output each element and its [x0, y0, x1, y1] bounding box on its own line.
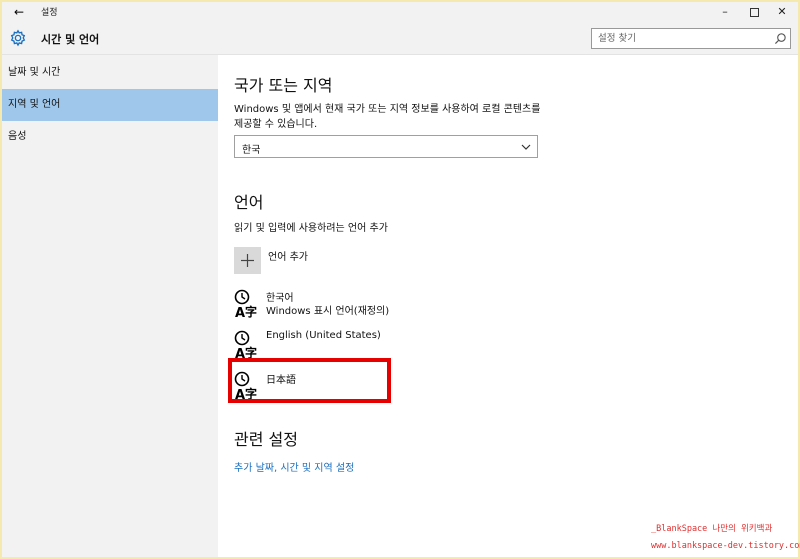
window-title: 설정: [41, 8, 58, 18]
header-bar: 시간 및 언어: [2, 22, 798, 55]
watermark-url: www.blankspace-dev.tistory.com: [651, 541, 800, 551]
language-item-korean[interactable]: A 字 한국어 Windows 표시 언어(재정의): [234, 289, 534, 325]
sidebar: 날짜 및 시간 지역 및 언어 음성: [2, 55, 218, 557]
related-heading: 관련 설정: [234, 430, 298, 449]
settings-window: ← 설정 – ✕ 시간 및 언어 날짜 및 시간 지역 및 언어 음성 국가 또…: [2, 2, 798, 557]
svg-text:A: A: [235, 306, 245, 319]
language-description: 읽기 및 입력에 사용하려는 언어 추가: [234, 223, 388, 234]
additional-date-time-region-settings-link[interactable]: 추가 날짜, 시간 및 지역 설정: [234, 459, 354, 474]
maximize-icon: [749, 7, 759, 17]
language-icon: A 字: [234, 330, 257, 360]
language-heading: 언어: [234, 193, 264, 212]
language-status: Windows 표시 언어(재정의): [266, 306, 390, 317]
add-language-button[interactable]: [234, 247, 261, 274]
close-button[interactable]: ✕: [765, 2, 798, 22]
chevron-down-icon: [521, 144, 531, 150]
title-bar: ← 설정 – ✕: [2, 2, 798, 22]
add-language-label[interactable]: 언어 추가: [268, 248, 308, 263]
region-description: Windows 및 앱에서 현재 국가 또는 지역 정보를 사용하여 로컬 콘텐…: [234, 104, 541, 130]
sidebar-item-date-time[interactable]: 날짜 및 시간: [2, 57, 218, 89]
sidebar-item-speech[interactable]: 음성: [2, 121, 218, 153]
page-title: 시간 및 언어: [41, 33, 100, 46]
main-content: 국가 또는 지역 Windows 및 앱에서 현재 국가 또는 지역 정보를 사…: [218, 55, 798, 557]
country-select-value: 한국: [242, 145, 261, 156]
language-name: English (United States): [266, 330, 381, 341]
sidebar-item-region-language[interactable]: 지역 및 언어: [2, 89, 218, 121]
search-box[interactable]: [591, 28, 791, 49]
back-button[interactable]: ←: [11, 4, 27, 20]
search-input[interactable]: [592, 29, 767, 48]
search-icon[interactable]: [774, 32, 787, 45]
watermark-title: _BlankSpace 나만의 위키백과: [651, 524, 773, 534]
language-icon: A 字: [234, 289, 257, 319]
country-select[interactable]: 한국: [234, 135, 538, 158]
highlight-annotation: [228, 358, 391, 403]
plus-icon: [241, 254, 254, 267]
gear-icon: [10, 29, 26, 47]
svg-text:字: 字: [245, 304, 257, 319]
region-heading: 국가 또는 지역: [234, 76, 333, 95]
